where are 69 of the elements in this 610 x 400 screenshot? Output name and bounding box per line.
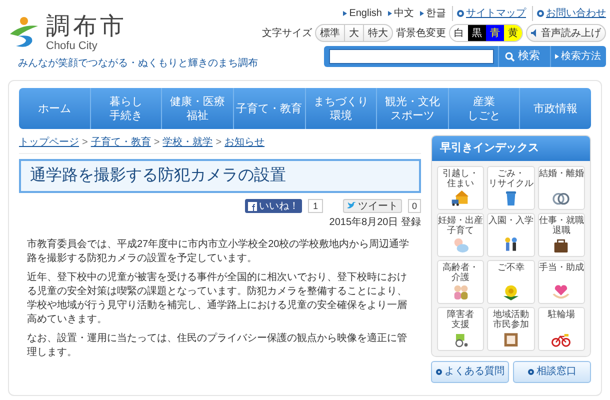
breadcrumb-link[interactable]: 学校・就学 (162, 135, 213, 150)
like-count: 1 (308, 199, 323, 213)
sidebar-button[interactable]: よくある質問 (431, 360, 509, 382)
breadcrumb-link[interactable]: お知らせ (224, 135, 265, 150)
search-method-link[interactable]: 検索方法 (561, 49, 601, 64)
nav-tab[interactable]: 産業 しごと (448, 88, 520, 129)
breadcrumb-separator: > (216, 136, 222, 150)
nav-tab[interactable]: まちづくり 環境 (304, 88, 376, 129)
index-tile[interactable]: 地域活動 市民参加 (487, 306, 535, 350)
index-tile[interactable]: ごみ・ リサイクル (487, 166, 535, 210)
article-paragraph: 市教育委員会では、平成27年度中に市内市立小学校全20校の学校敷地内から周辺通学路を撮影する防犯カメラの設置を予定しています。 (27, 238, 410, 266)
font-size-label: 文字サイズ (262, 26, 312, 40)
breadcrumb-separator: > (82, 136, 88, 150)
background-color-button[interactable]: 黄 (504, 25, 522, 41)
triangle-bullet-icon (388, 11, 392, 16)
circle-bullet-icon (528, 368, 534, 374)
language-link[interactable]: 한글 (426, 6, 446, 21)
font-size-button[interactable]: 大 (344, 25, 363, 41)
search-button[interactable]: 検索 (498, 46, 546, 67)
index-tile[interactable]: 手当・助成 (538, 260, 585, 304)
background-color-button[interactable]: 青 (486, 25, 504, 41)
speaker-icon (531, 29, 539, 37)
header-link[interactable]: お問い合わせ (532, 6, 606, 21)
triangle-bullet-icon (343, 11, 348, 16)
sidebar-title: 早引きインデックス (432, 136, 590, 160)
city-name-english: Chofu City (46, 40, 98, 52)
header-link[interactable]: サイトマップ (452, 6, 526, 21)
nav-tab[interactable]: 健康・医療 福祉 (161, 88, 233, 129)
article-paragraph: なお、設置・運用に当たっては、住民のプライバシー保護の観点から映像を適正に管理します。 (27, 332, 408, 360)
triangle-bullet-icon (420, 11, 424, 16)
font-size-button[interactable]: 標準 (316, 25, 344, 41)
index-tile[interactable]: 妊婦・出産 子育て (437, 212, 484, 256)
index-tile[interactable]: 駐輪場 (538, 306, 585, 350)
index-tile[interactable]: 高齢者・ 介護 (437, 260, 484, 304)
index-tile[interactable]: 結婚・離婚 (538, 166, 585, 210)
background-color-label: 背景色変更 (396, 26, 446, 40)
article-paragraph: 近年、登下校中の児童が被害を受ける事件が全国的に相次いでおり、登下校時における児童の安全対策は喫緊の課題となっています。防犯カメラを整備することにより、学校や地域が行う見守り活動を補完し、通学路上における児童の安全確保をより一層高めていきます。 (27, 271, 408, 327)
sidebar-button[interactable]: 相談窓口 (513, 360, 591, 382)
like-button[interactable]: いいね！ (244, 199, 302, 213)
registration-date: 2015年8月20日 登録 (329, 216, 421, 230)
font-size-button[interactable]: 特大 (363, 25, 392, 41)
circle-bullet-icon (457, 10, 464, 17)
language-link[interactable]: 中文 (394, 6, 414, 21)
triangle-bullet-icon (555, 54, 559, 59)
index-tile[interactable]: ご不幸 (487, 260, 535, 304)
search-icon (505, 52, 515, 62)
tweet-button[interactable]: ツイート (342, 199, 402, 213)
search-field[interactable] (329, 49, 494, 64)
circle-bullet-icon (537, 10, 544, 17)
city-tagline: みんなが笑顔でつながる・ぬくもりと輝きのまち調布 (18, 56, 258, 71)
breadcrumb-link[interactable]: トップページ (19, 135, 79, 150)
nav-tab[interactable]: 暮らし 手続き (90, 88, 162, 129)
voice-reader-button[interactable]: 音声読み上げ (526, 24, 606, 42)
nav-tab[interactable]: 観光・文化 スポーツ (376, 88, 448, 129)
index-tile[interactable]: 障害者 支援 (437, 306, 484, 350)
f-logo-icon (248, 202, 257, 210)
house-truck-icon (450, 188, 471, 208)
breadcrumb-link[interactable]: 子育て・教育 (90, 135, 151, 150)
page-title: 通学路を撮影する防犯カメラの設置 (19, 159, 421, 193)
city-name: 調布市 (46, 14, 127, 40)
bird-icon (346, 202, 356, 210)
index-tile[interactable]: 仕事・就職 退職 (538, 212, 585, 256)
breadcrumb-separator: > (154, 136, 160, 150)
tweet-count: 0 (408, 199, 421, 213)
language-link[interactable]: English (349, 6, 382, 21)
index-tile[interactable]: 引越し・ 住まい (437, 166, 484, 210)
circle-bullet-icon (436, 368, 442, 374)
index-tile[interactable]: 入園・入学 (487, 212, 535, 256)
background-color-button[interactable]: 黒 (468, 25, 486, 41)
